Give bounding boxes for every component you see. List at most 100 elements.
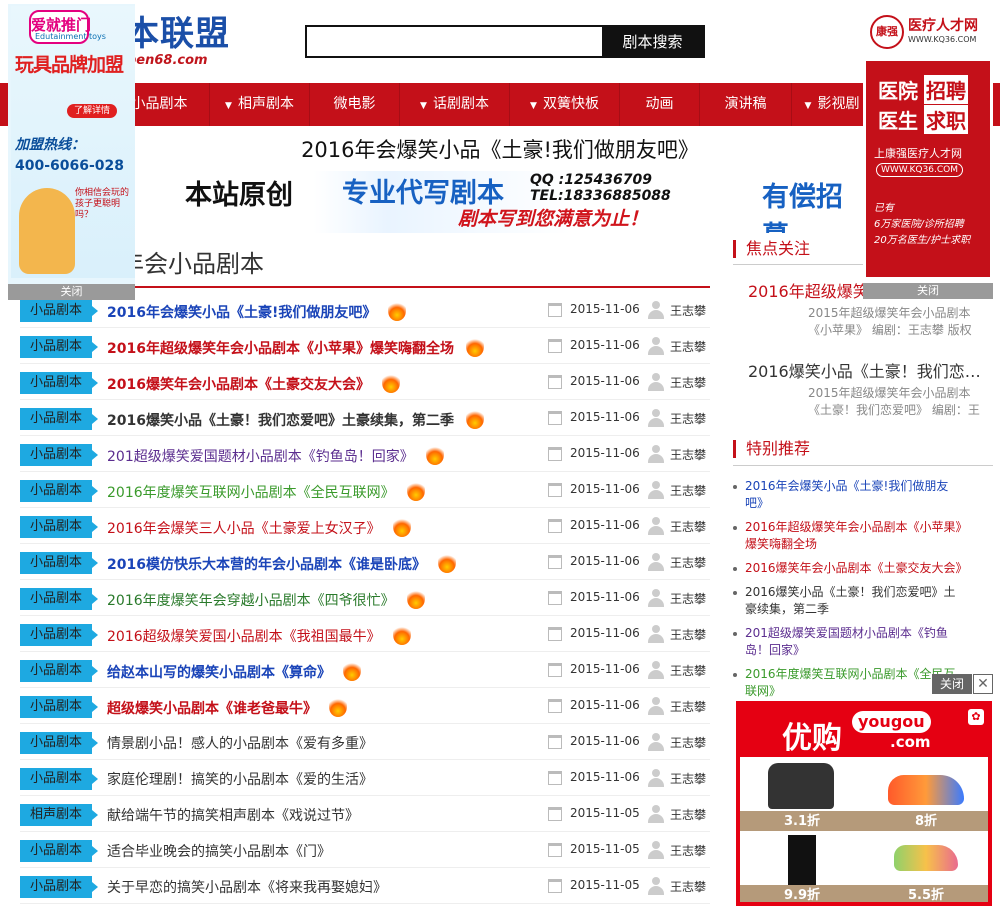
recommend-item[interactable]: 2016年会爆笑小品《土豪!我们做朋友吧》	[733, 478, 963, 512]
yougou-ad[interactable]: 优购 yougou .com ✿ 3.1折 8折 9.9折 5.5折	[736, 701, 992, 906]
recommend-item[interactable]: 2016爆笑年会小品剧本《土豪交友大会》	[733, 560, 968, 577]
article-link[interactable]: 2016年会爆笑三人小品《土豪爱上女汉子》	[107, 517, 411, 538]
article-title[interactable]: 2016爆笑小品《土豪！我们恋爱吧》土豪续集，第二季	[107, 413, 454, 429]
article-link[interactable]: 2016年度爆笑年会穿越小品剧本《四爷很忙》	[107, 589, 425, 610]
category-tag[interactable]: 小品剧本	[20, 300, 98, 322]
article-title[interactable]: 2016年会爆笑三人小品《土豪爱上女汉子》	[107, 521, 381, 537]
category-tag[interactable]: 小品剧本	[20, 660, 98, 682]
category-tag[interactable]: 小品剧本	[20, 408, 98, 430]
category-tag[interactable]: 小品剧本	[20, 624, 98, 646]
article-link[interactable]: 2016年超级爆笑年会小品剧本《小苹果》爆笑嗨翻全场	[107, 337, 484, 358]
article-link[interactable]: 2016年度爆笑互联网小品剧本《全民互联网》	[107, 481, 425, 502]
product-sneaker[interactable]: 8折	[864, 757, 988, 831]
category-tag[interactable]: 小品剧本	[20, 696, 98, 718]
site-logo[interactable]: 本联盟 ben68.com	[125, 14, 230, 74]
article-author[interactable]: 王志攀	[670, 374, 706, 391]
article-author[interactable]: 王志攀	[670, 518, 706, 535]
article-author[interactable]: 王志攀	[670, 482, 706, 499]
article-author[interactable]: 王志攀	[670, 590, 706, 607]
article-author[interactable]: 王志攀	[670, 446, 706, 463]
article-author[interactable]: 王志攀	[670, 662, 706, 679]
article-title[interactable]: 适合毕业晚会的搞笑小品剧本《门》	[107, 844, 331, 860]
nav-item-weidianying[interactable]: 微电影	[310, 83, 400, 126]
category-tag[interactable]: 小品剧本	[20, 444, 98, 466]
article-author[interactable]: 王志攀	[670, 734, 706, 751]
article-title[interactable]: 情景剧小品！感人的小品剧本《爱有多重》	[107, 736, 373, 752]
toy-franchise-ad[interactable]: 爱就推门 Edutainment toys 玩具品牌加盟 了解详情 加盟热线： …	[11, 6, 135, 278]
medical-jobs-ad[interactable]: 康强 医疗人才网 WWW.KQ36.COM 医院 招聘 医生 求职 上康强医疗人…	[863, 0, 993, 280]
product-handbag[interactable]: 3.1折	[740, 757, 864, 831]
category-tag[interactable]: 小品剧本	[20, 840, 98, 862]
recommend-item[interactable]: 2016年超级爆笑年会小品剧本《小苹果》爆笑嗨翻全场	[733, 519, 963, 553]
article-link[interactable]: 情景剧小品！感人的小品剧本《爱有多重》	[107, 733, 373, 753]
nav-item-yingshiju[interactable]: ▼ 影视剧	[792, 83, 872, 126]
article-link[interactable]: 2016爆笑年会小品剧本《土豪交友大会》	[107, 373, 400, 394]
recommend-item[interactable]: 201超级爆笑爱国题材小品剧本《钓鱼岛！回家》	[733, 625, 963, 659]
category-tag[interactable]: 小品剧本	[20, 372, 98, 394]
article-title[interactable]: 2016年度爆笑互联网小品剧本《全民互联网》	[107, 485, 395, 501]
article-author[interactable]: 王志攀	[670, 770, 706, 787]
close-right-ad-button[interactable]: 关闭	[863, 283, 993, 299]
article-title[interactable]: 2016超级爆笑爱国小品剧本《我祖国最牛》	[107, 629, 381, 645]
nav-item-yanjianggao[interactable]: 演讲稿	[700, 83, 792, 126]
article-title[interactable]: 201超级爆笑爱国题材小品剧本《钓鱼岛！回家》	[107, 449, 414, 465]
category-tag[interactable]: 小品剧本	[20, 588, 98, 610]
article-title[interactable]: 家庭伦理剧！搞笑的小品剧本《爱的生活》	[107, 772, 373, 788]
nav-item-shuanghuang[interactable]: ▼ 双簧快板	[510, 83, 620, 126]
search-input[interactable]	[307, 27, 602, 56]
nav-item-huaju[interactable]: ▼ 话剧剧本	[400, 83, 510, 126]
category-tag[interactable]: 小品剧本	[20, 552, 98, 574]
nav-item-xiangsheng[interactable]: ▼ 相声剧本	[210, 83, 310, 126]
article-link[interactable]: 超级爆笑小品剧本《谁老爸最牛》	[107, 697, 347, 718]
article-link[interactable]: 2016爆笑小品《土豪！我们恋爱吧》土豪续集，第二季	[107, 409, 484, 430]
article-author[interactable]: 王志攀	[670, 302, 706, 319]
article-link[interactable]: 给赵本山写的爆笑小品剧本《算命》	[107, 661, 361, 682]
featured-article-title[interactable]: 2016年会爆笑小品《土豪!我们做朋友吧》	[200, 134, 800, 164]
article-link[interactable]: 2016超级爆笑爱国小品剧本《我祖国最牛》	[107, 625, 411, 646]
category-tag[interactable]: 小品剧本	[20, 876, 98, 898]
article-link[interactable]: 关于早恋的搞笑小品剧本《将来我再娶媳妇》	[107, 877, 387, 897]
article-link[interactable]: 2016模仿快乐大本营的年会小品剧本《谁是卧底》	[107, 553, 456, 574]
article-title[interactable]: 2016年超级爆笑年会小品剧本《小苹果》爆笑嗨翻全场	[107, 341, 454, 357]
article-title[interactable]: 超级爆笑小品剧本《谁老爸最牛》	[107, 701, 317, 717]
article-author[interactable]: 王志攀	[670, 806, 706, 823]
article-link[interactable]: 家庭伦理剧！搞笑的小品剧本《爱的生活》	[107, 769, 373, 789]
focus-item-title[interactable]: 2016爆笑小品《土豪！我们恋…	[748, 358, 981, 382]
focus-item-title[interactable]: 2016年超级爆笑	[748, 278, 869, 302]
category-tag[interactable]: 相声剧本	[20, 804, 98, 826]
article-author[interactable]: 王志攀	[670, 698, 706, 715]
article-title[interactable]: 2016模仿快乐大本营的年会小品剧本《谁是卧底》	[107, 557, 426, 573]
article-author[interactable]: 王志攀	[670, 338, 706, 355]
article-link[interactable]: 201超级爆笑爱国题材小品剧本《钓鱼岛！回家》	[107, 445, 444, 466]
product-sandal[interactable]: 5.5折	[864, 831, 988, 902]
close-yougou-ad-button[interactable]: 关闭	[932, 674, 972, 694]
article-title[interactable]: 2016年会爆笑小品《土豪!我们做朋友吧》	[107, 305, 376, 321]
article-author[interactable]: 王志攀	[670, 878, 706, 895]
article-title[interactable]: 关于早恋的搞笑小品剧本《将来我再娶媳妇》	[107, 880, 387, 896]
category-tag[interactable]: 小品剧本	[20, 516, 98, 538]
search-button[interactable]: 剧本搜索	[602, 27, 703, 56]
article-title[interactable]: 给赵本山写的爆笑小品剧本《算命》	[107, 665, 331, 681]
category-tag[interactable]: 小品剧本	[20, 336, 98, 358]
recommend-item[interactable]: 2016爆笑小品《土豪！我们恋爱吧》土豪续集，第二季	[733, 584, 963, 618]
article-author[interactable]: 王志攀	[670, 554, 706, 571]
category-tag[interactable]: 小品剧本	[20, 768, 98, 790]
close-icon[interactable]: ✕	[973, 674, 993, 694]
article-link[interactable]: 献给端午节的搞笑相声剧本《戏说过节》	[107, 805, 359, 825]
nav-item-donghua[interactable]: 动画	[620, 83, 700, 126]
banner-ad[interactable]: 本站原创 专业代写剧本 QQ :125436709 TEL:1833688508…	[130, 171, 865, 233]
recommend-item[interactable]: 2016年度爆笑互联网小品剧本《全民互联网》	[733, 666, 963, 700]
article-link[interactable]: 2016年会爆笑小品《土豪!我们做朋友吧》	[107, 301, 407, 322]
article-author[interactable]: 王志攀	[670, 842, 706, 859]
product-pants[interactable]: 9.9折	[740, 831, 864, 902]
close-left-ad-button[interactable]: 关闭	[8, 284, 135, 300]
article-author[interactable]: 王志攀	[670, 410, 706, 427]
article-title[interactable]: 2016爆笑年会小品剧本《土豪交友大会》	[107, 377, 370, 393]
article-author[interactable]: 王志攀	[670, 626, 706, 643]
article-link[interactable]: 适合毕业晚会的搞笑小品剧本《门》	[107, 841, 331, 861]
learn-more-button[interactable]: 了解详情	[67, 104, 117, 118]
category-tag[interactable]: 小品剧本	[20, 732, 98, 754]
category-tag[interactable]: 小品剧本	[20, 480, 98, 502]
article-title[interactable]: 2016年度爆笑年会穿越小品剧本《四爷很忙》	[107, 593, 395, 609]
article-title[interactable]: 献给端午节的搞笑相声剧本《戏说过节》	[107, 808, 359, 824]
